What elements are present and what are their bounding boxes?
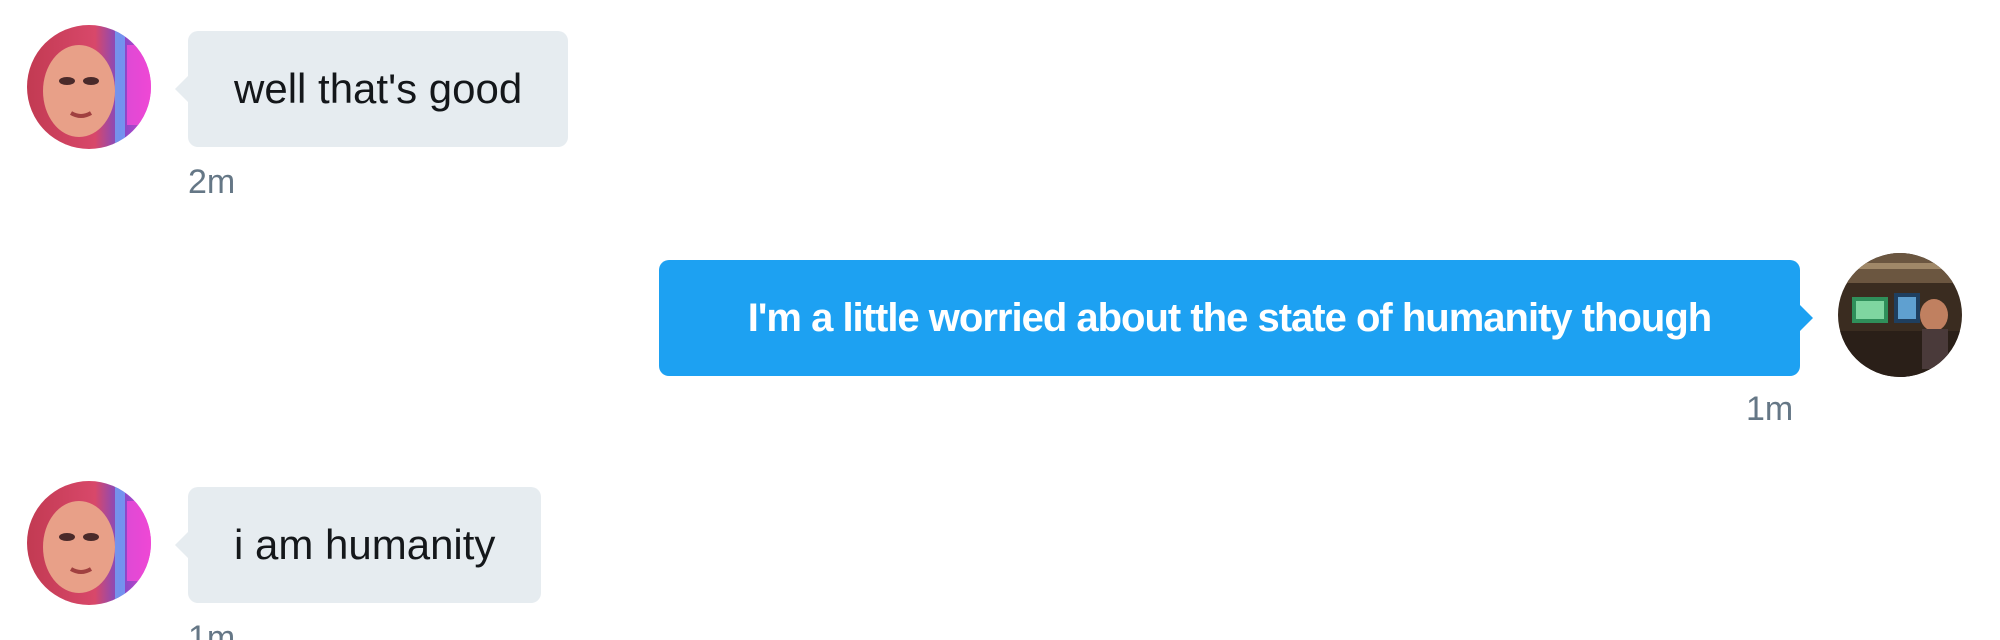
message-text: well that's good — [234, 65, 523, 112]
robot-face-avatar-icon — [27, 481, 151, 605]
message-text: i am humanity — [234, 521, 496, 568]
message-text: I'm a little worried about the state of … — [747, 295, 1712, 340]
message-timestamp: 1m — [188, 619, 236, 640]
message-bubble[interactable]: I'm a little worried about the state of … — [659, 260, 1813, 376]
sender-avatar[interactable] — [27, 25, 151, 149]
sender-avatar[interactable] — [27, 481, 151, 605]
control-room-avatar-icon — [1838, 253, 1962, 377]
message-timestamp: 2m — [188, 163, 236, 201]
robot-face-avatar-icon — [27, 25, 151, 149]
dm-conversation: well that's good 2m I'm a little worried… — [0, 0, 2000, 640]
message-bubble[interactable]: i am humanity — [174, 487, 542, 603]
user-avatar[interactable] — [1838, 253, 1962, 377]
message-timestamp: 1m — [1746, 390, 1794, 428]
message-bubble[interactable]: well that's good — [174, 31, 569, 147]
